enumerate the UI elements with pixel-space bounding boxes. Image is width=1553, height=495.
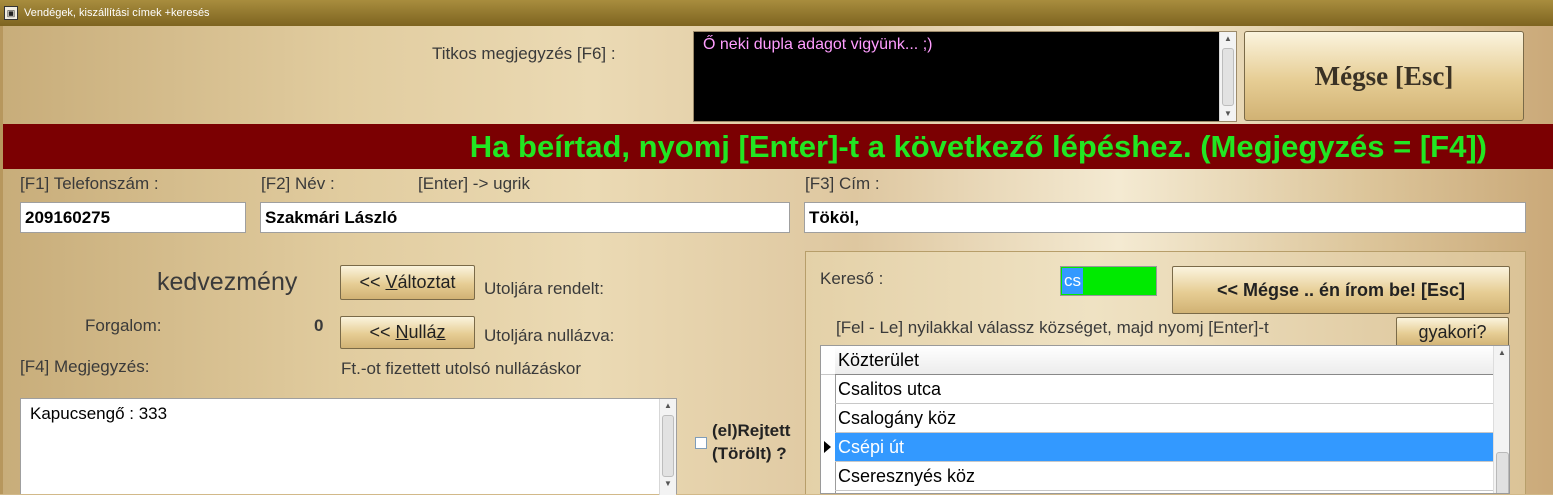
scroll-up-icon[interactable]: ▲	[1220, 32, 1236, 46]
secret-note-scrollbar[interactable]: ▲ ▼	[1219, 32, 1236, 121]
scroll-thumb[interactable]	[662, 415, 674, 477]
window-title: Vendégek, kiszállítási címek +keresés	[24, 7, 210, 19]
reset-button-rest: ullá	[408, 322, 437, 342]
turnover-value: 0	[314, 316, 324, 335]
scroll-down-icon[interactable]: ▼	[660, 477, 676, 491]
address-input[interactable]: Tököl,	[804, 202, 1526, 233]
current-row-icon	[824, 441, 831, 453]
search-cancel-button[interactable]: << Mégse .. én írom be! [Esc]	[1172, 266, 1510, 314]
phone-label: [F1] Telefonszám :	[20, 174, 159, 193]
change-button-rest: áltoztat	[397, 272, 456, 292]
change-button-prefix: <<	[359, 272, 386, 292]
secret-note-label: Titkos megjegyzés [F6] :	[432, 44, 616, 63]
scroll-thumb[interactable]	[1222, 48, 1234, 106]
note-text: Kapucsengő : 333	[30, 404, 168, 423]
app-icon: ▣	[4, 6, 18, 20]
cancel-button[interactable]: Mégse [Esc]	[1244, 31, 1524, 121]
frequent-button[interactable]: gyakori?	[1396, 317, 1509, 347]
change-button[interactable]: << Változtat	[340, 265, 475, 300]
secret-note-text: Ő neki dupla adagot vigyünk... ;)	[703, 36, 933, 53]
list-item[interactable]: Cseresznyés köz	[835, 462, 1493, 491]
reset-button-hotkey2: z	[436, 322, 446, 342]
banner-text: Ha beírtad, nyomj [Enter]-t a következő …	[469, 129, 1487, 164]
note-label: [F4] Megjegyzés:	[20, 357, 150, 376]
instruction-banner: Ha beírtad, nyomj [Enter]-t a következő …	[3, 124, 1553, 169]
grid-scrollbar[interactable]: ▲	[1493, 346, 1509, 493]
reset-button-prefix: <<	[369, 322, 396, 342]
hidden-checkbox[interactable]	[695, 437, 707, 449]
scroll-up-icon[interactable]: ▲	[660, 399, 676, 413]
hidden-label-line1: (el)Rejtett	[712, 421, 791, 440]
column-header[interactable]: Közterület	[835, 346, 1493, 375]
secret-note-field[interactable]: Ő neki dupla adagot vigyünk... ;) ▲ ▼	[693, 31, 1237, 122]
list-item[interactable]: Csalogány köz	[835, 404, 1493, 433]
search-label: Kereső :	[820, 269, 884, 288]
name-hint: [Enter] -> ugrik	[418, 174, 530, 193]
reset-button-hotkey: N	[395, 322, 409, 342]
name-label: [F2] Név :	[261, 174, 335, 193]
name-input[interactable]: Szakmári László	[260, 202, 790, 233]
note-scrollbar[interactable]: ▲ ▼	[659, 399, 676, 495]
change-button-hotkey: V	[385, 272, 398, 292]
discount-label: kedvezmény	[157, 268, 298, 296]
list-item-selected[interactable]: Csépi út	[835, 433, 1493, 462]
search-input[interactable]: cs	[1060, 266, 1157, 296]
turnover-label: Forgalom:	[85, 316, 162, 335]
last-reset-label: Utoljára nullázva:	[484, 326, 615, 345]
scroll-up-icon[interactable]: ▲	[1494, 346, 1509, 360]
scroll-thumb[interactable]	[1496, 452, 1509, 493]
list-item[interactable]: Csalitos utca	[835, 375, 1493, 404]
search-instruction: [Fel - Le] nyilakkal válassz községet, m…	[836, 318, 1269, 337]
last-ordered-label: Utoljára rendelt:	[484, 279, 605, 298]
street-grid[interactable]: Közterület Csalitos utca Csalogány köz C…	[820, 345, 1510, 494]
window-titlebar: ▣ Vendégek, kiszállítási címek +keresés	[0, 0, 1553, 26]
scroll-down-icon[interactable]: ▼	[1220, 107, 1236, 121]
search-value: cs	[1062, 268, 1083, 294]
row-header-cell	[821, 346, 835, 375]
note-field[interactable]: Kapucsengő : 333 ▲ ▼	[20, 398, 677, 495]
hidden-label-line2: (Törölt) ?	[712, 444, 787, 463]
address-label: [F3] Cím :	[805, 174, 880, 193]
reset-button[interactable]: << Nullá z	[340, 316, 475, 349]
paid-label: Ft.-ot fizettett utolsó nullázáskor	[341, 359, 581, 378]
phone-input[interactable]: 209160275	[20, 202, 246, 233]
